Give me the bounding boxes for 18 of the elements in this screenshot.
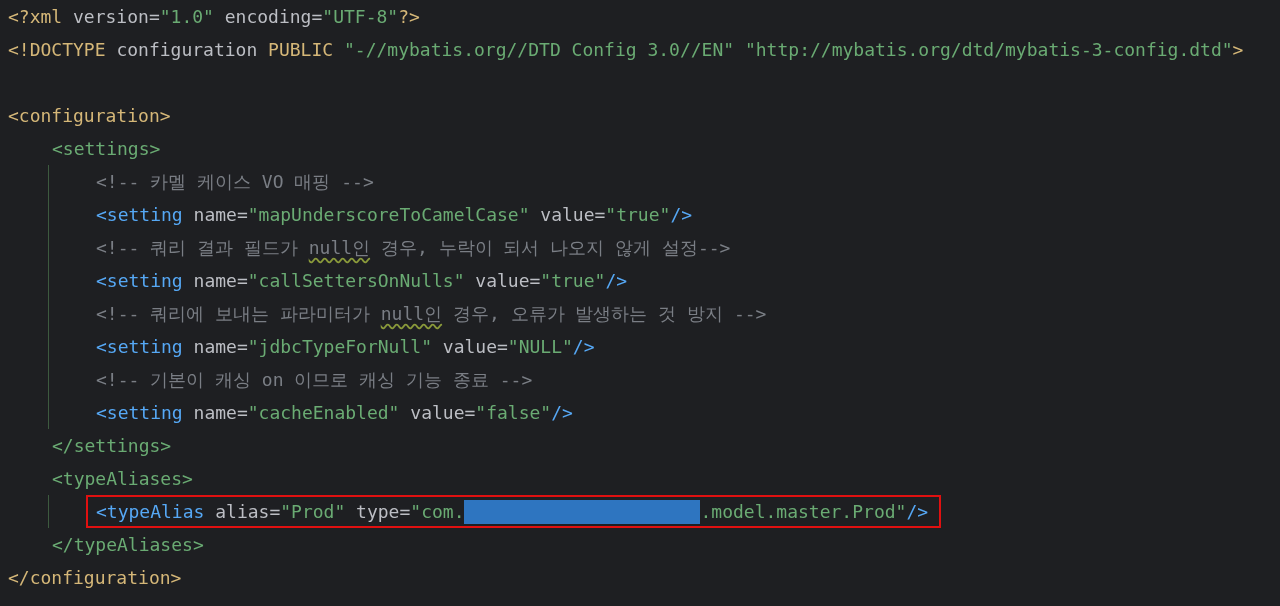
code-line: <typeAliases> bbox=[52, 468, 193, 489]
code-line: <setting name="jdbcTypeForNull" value="NULL"/> bbox=[96, 336, 595, 357]
code-line: <!-- 쿼리 결과 필드가 null인 경우, 누락이 되서 나오지 않게 설정--> bbox=[96, 235, 731, 260]
code-line: </configuration> bbox=[8, 567, 182, 588]
code-line: <typeAlias alias="Prod" type="com. bbox=[96, 501, 465, 522]
code-line: <configuration> bbox=[8, 105, 171, 126]
code-line: </settings> bbox=[52, 435, 172, 456]
code-line: <setting name="callSettersOnNulls" value="true"/> bbox=[96, 270, 628, 291]
code-line: <!-- 기본이 캐싱 on 이므로 캐싱 기능 종료 --> bbox=[96, 367, 533, 392]
code-line: <!-- 쿼리에 보내는 파라미터가 null인 경우, 오류가 발생하는 것 방지 --> bbox=[96, 301, 767, 326]
code-line: <setting name="cacheEnabled" value="false"/> bbox=[96, 402, 573, 423]
code-line: </typeAliases> bbox=[52, 534, 204, 555]
code-line: <settings> bbox=[52, 138, 161, 159]
code-line: <setting name="mapUnderscoreToCamelCase" value="true"/> bbox=[96, 204, 693, 225]
code-line: <!-- 카멜 케이스 VO 매핑 --> bbox=[96, 169, 374, 194]
code-line: <?xml version="1.0" encoding="UTF-8"?> bbox=[8, 6, 420, 27]
code-line: <!DOCTYPE configuration PUBLIC "-//mybatis.org//DTD Config 3.0//EN" "http://mybatis.org/dtd/mybatis-3-config.dtd"> bbox=[8, 39, 1244, 60]
code-line: .model.master.Prod"/> bbox=[700, 501, 929, 522]
